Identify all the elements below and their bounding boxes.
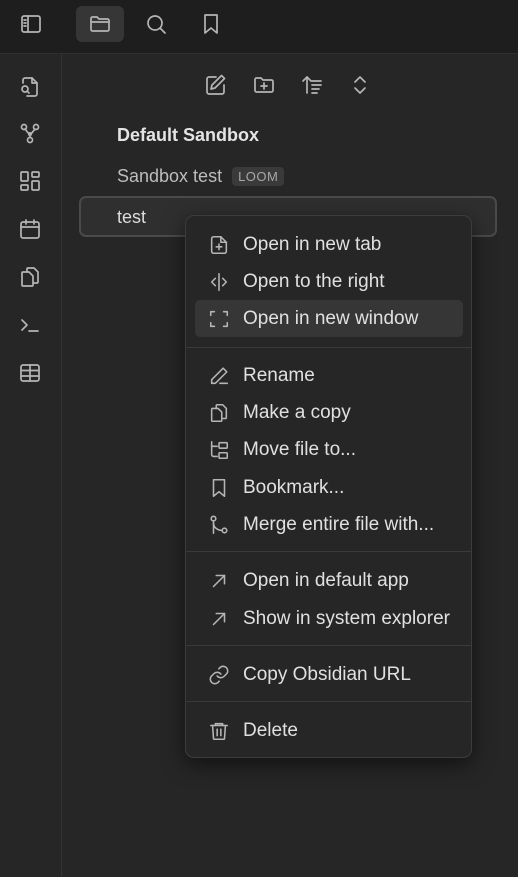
menu-item-label: Make a copy — [243, 401, 351, 423]
copy-files-icon — [21, 267, 39, 287]
menu-item-move-file[interactable]: Move file to... — [195, 431, 463, 468]
menu-item-rename[interactable]: Rename — [195, 357, 463, 394]
menu-item-label: Show in system explorer — [243, 607, 450, 629]
menu-item-label: Copy Obsidian URL — [243, 663, 411, 685]
bookmark-icon — [212, 478, 226, 497]
terminal-icon — [21, 319, 39, 332]
maximize-icon — [209, 310, 229, 327]
sidebar-toggle-button[interactable] — [7, 6, 55, 42]
menu-item-copy-obsidian-url[interactable]: Copy Obsidian URL — [195, 656, 463, 693]
ribbon-quick-switcher[interactable] — [17, 74, 43, 100]
menu-item-label: Bookmark... — [243, 476, 345, 498]
menu-item-label: Move file to... — [243, 438, 356, 460]
left-ribbon — [0, 54, 62, 877]
ribbon-terminal[interactable] — [17, 312, 43, 338]
menu-item-make-copy[interactable]: Make a copy — [195, 394, 463, 431]
menu-item-show-system-explorer[interactable]: Show in system explorer — [195, 600, 463, 637]
sort-icon — [302, 76, 322, 94]
git-merge-icon — [210, 515, 228, 534]
search-icon — [147, 15, 166, 34]
top-bar — [0, 0, 518, 54]
search-tab-button[interactable] — [132, 6, 180, 42]
file-item-sandbox-test[interactable]: Sandbox test LOOM — [117, 164, 285, 188]
ribbon-calendar[interactable] — [17, 216, 43, 242]
new-note-button[interactable] — [201, 70, 231, 100]
table-icon — [20, 364, 40, 382]
menu-item-merge-file[interactable]: Merge entire file with... — [195, 506, 463, 543]
menu-item-open-new-window[interactable]: Open in new window — [195, 300, 463, 337]
menu-separator — [186, 551, 471, 552]
trash-icon — [209, 722, 229, 740]
ribbon-table[interactable] — [17, 360, 43, 386]
collapse-icon — [354, 76, 366, 94]
file-search-icon — [21, 77, 38, 97]
copy-icon — [210, 403, 228, 422]
menu-separator — [186, 701, 471, 702]
collapse-all-button[interactable] — [345, 70, 375, 100]
menu-item-label: Delete — [243, 719, 298, 741]
folder-icon — [90, 16, 110, 32]
sort-button[interactable] — [297, 70, 327, 100]
menu-separator — [186, 347, 471, 348]
menu-item-delete[interactable]: Delete — [195, 712, 463, 749]
bookmarks-tab-button[interactable] — [187, 6, 235, 42]
ribbon-graph-view[interactable] — [17, 121, 43, 147]
file-plus-icon — [210, 235, 228, 254]
file-name: test — [117, 207, 147, 227]
sidebar-toggle-icon — [21, 15, 41, 33]
menu-item-label: Open in new window — [243, 307, 419, 329]
menu-item-label: Open in new tab — [243, 233, 382, 255]
new-folder-icon — [254, 77, 274, 93]
bookmark-icon — [204, 14, 218, 34]
file-tag-badge: LOOM — [232, 166, 285, 186]
new-folder-button[interactable] — [249, 70, 279, 100]
menu-item-label: Rename — [243, 364, 315, 386]
menu-item-label: Merge entire file with... — [243, 513, 435, 535]
menu-item-label: Open to the right — [243, 270, 385, 292]
arrow-up-right-icon — [212, 574, 226, 587]
menu-item-open-new-tab[interactable]: Open in new tab — [195, 226, 463, 263]
file-name: Sandbox test — [117, 165, 223, 186]
ribbon-copy-files[interactable] — [17, 264, 43, 290]
pencil-icon — [210, 366, 229, 384]
menu-item-open-default-app[interactable]: Open in default app — [195, 562, 463, 599]
new-note-icon — [206, 74, 226, 95]
menu-item-label: Open in default app — [243, 569, 409, 591]
ribbon-dashboard[interactable] — [17, 168, 43, 194]
menu-separator — [186, 645, 471, 646]
folder-tree-icon — [210, 440, 229, 459]
menu-item-bookmark[interactable]: Bookmark... — [195, 469, 463, 506]
calendar-icon — [20, 219, 40, 239]
context-menu: Open in new tab Open to the right Open i… — [185, 215, 472, 758]
graph-icon — [20, 123, 40, 144]
arrow-up-right-icon — [212, 612, 226, 625]
dashboard-icon — [20, 171, 40, 191]
link-icon — [209, 665, 229, 684]
files-tab-button[interactable] — [76, 6, 124, 42]
menu-item-open-right[interactable]: Open to the right — [195, 263, 463, 300]
split-view-icon — [210, 272, 228, 291]
vault-name[interactable]: Default Sandbox — [117, 125, 259, 146]
